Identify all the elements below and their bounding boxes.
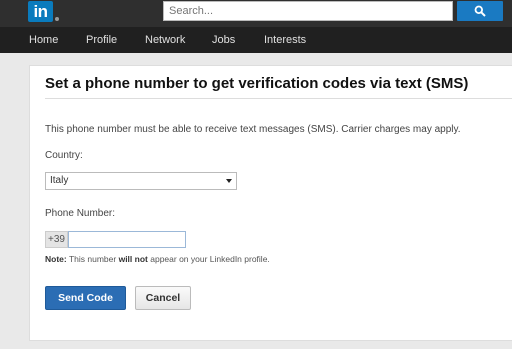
linkedin-logo[interactable]: in xyxy=(28,1,59,22)
nav-profile[interactable]: Profile xyxy=(86,27,117,53)
page-title: Set a phone number to get verification c… xyxy=(45,75,469,92)
main-nav: Home Profile Network Jobs Interests xyxy=(0,27,512,53)
top-bar: in xyxy=(0,0,512,27)
country-code-prefix: +39 xyxy=(45,231,68,248)
phone-label: Phone Number: xyxy=(45,208,116,219)
info-text: This phone number must be able to receiv… xyxy=(45,124,461,135)
note-label: Note: xyxy=(45,254,67,264)
chevron-down-icon xyxy=(226,179,232,183)
country-select[interactable]: Italy xyxy=(45,172,237,190)
country-label: Country: xyxy=(45,150,83,161)
note-text-1: This number xyxy=(68,254,117,264)
nav-home[interactable]: Home xyxy=(29,27,58,53)
note-emphasis: will not xyxy=(118,254,148,264)
cancel-button[interactable]: Cancel xyxy=(135,286,191,310)
search-icon xyxy=(474,5,486,17)
search-input[interactable] xyxy=(163,1,453,21)
privacy-note: Note: This number will not appear on you… xyxy=(45,254,270,264)
search-button[interactable] xyxy=(457,1,503,21)
phone-number-input[interactable] xyxy=(68,231,186,248)
logo-dot xyxy=(55,17,59,21)
title-divider xyxy=(45,98,512,99)
logo-mark: in xyxy=(28,1,53,22)
country-select-value: Italy xyxy=(50,175,69,186)
send-code-button[interactable]: Send Code xyxy=(45,286,126,310)
phone-verification-card: Set a phone number to get verification c… xyxy=(29,65,512,341)
nav-network[interactable]: Network xyxy=(145,27,185,53)
nav-interests[interactable]: Interests xyxy=(264,27,306,53)
note-text-2: appear on your LinkedIn profile. xyxy=(150,254,270,264)
nav-jobs[interactable]: Jobs xyxy=(212,27,235,53)
